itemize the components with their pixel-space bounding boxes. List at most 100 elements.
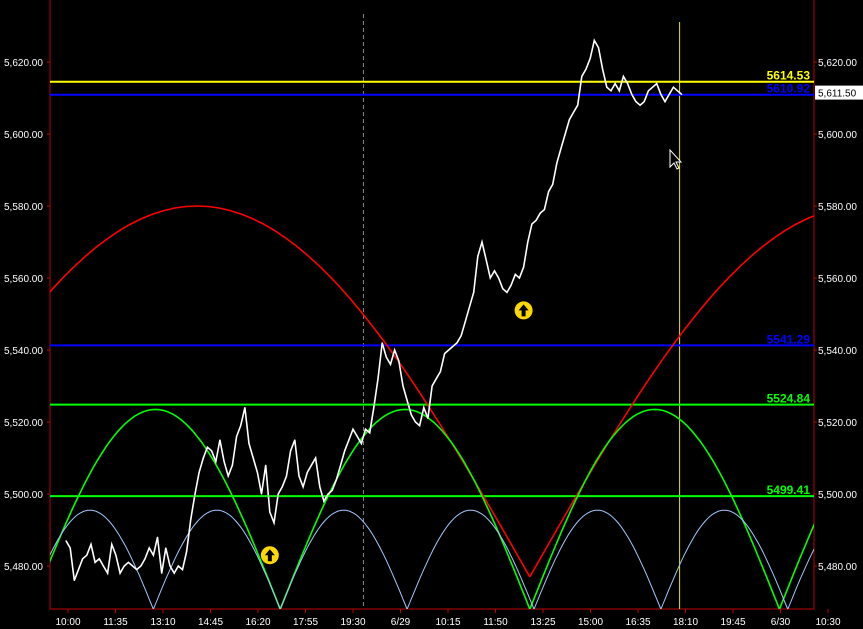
price-point-118	[556, 162, 558, 164]
x-tick-4: 16:20	[245, 617, 270, 628]
x-tick-1: 11:35	[103, 617, 128, 628]
y-tick-left-5: 5,580.00	[4, 202, 43, 213]
x-tick-2: 13:10	[150, 617, 175, 628]
level-label-2: 5541.29	[767, 332, 811, 346]
last-price-label: 5,611.50	[818, 89, 857, 100]
price-point-99	[477, 255, 479, 257]
price-point-127	[593, 39, 595, 42]
price-point-87	[427, 417, 429, 419]
price-point-15	[127, 561, 129, 564]
price-point-24	[165, 547, 167, 549]
price-point-125	[585, 68, 587, 70]
price-point-12	[115, 554, 117, 556]
price-point-133	[618, 90, 620, 92]
price-point-50	[273, 522, 275, 524]
price-point-90	[439, 371, 441, 373]
price-point-132	[614, 83, 616, 85]
y-tick-left-0: 5,480.00	[4, 562, 43, 573]
price-point-22	[156, 536, 159, 538]
price-point-58	[306, 471, 308, 473]
y-tick-left-6: 5,600.00	[4, 130, 43, 141]
price-series-0	[65, 38, 683, 581]
price-point-75	[377, 378, 379, 380]
price-point-32	[198, 471, 200, 473]
price-point-135	[627, 83, 629, 85]
price-point-143	[660, 93, 662, 95]
price-point-100	[481, 241, 483, 243]
price-point-107	[510, 284, 512, 286]
x-tick-12: 16:35	[625, 617, 650, 628]
price-point-38	[223, 461, 225, 463]
price-point-144	[664, 101, 666, 103]
price-point-80	[398, 360, 400, 362]
price-point-122	[572, 111, 575, 113]
price-point-62	[323, 500, 325, 502]
price-point-29	[186, 551, 188, 553]
price-point-20	[148, 547, 150, 549]
price-point-55	[294, 439, 296, 441]
price-point-14	[123, 565, 125, 567]
price-point-112	[531, 223, 533, 225]
price-point-92	[448, 349, 450, 351]
price-point-35	[211, 450, 213, 452]
price-point-126	[589, 57, 591, 60]
y-tick-right-7: 5,620.00	[818, 58, 857, 69]
price-point-81	[402, 385, 404, 387]
price-point-63	[327, 493, 329, 495]
cycle-arc-1-2	[529, 408, 781, 609]
price-point-26	[173, 572, 175, 574]
price-point-9	[102, 565, 104, 567]
price-point-74	[373, 407, 375, 409]
price-point-44	[248, 443, 250, 445]
price-point-60	[315, 457, 317, 459]
price-point-82	[406, 399, 408, 401]
cycle-arc-1-0	[50, 408, 281, 609]
y-tick-right-5: 5,580.00	[818, 202, 857, 213]
level-label-1: 5610.92	[767, 82, 811, 96]
price-point-78	[389, 363, 392, 365]
price-point-49	[269, 511, 271, 513]
y-tick-right-3: 5,540.00	[818, 346, 857, 357]
price-point-140	[647, 90, 650, 92]
price-point-111	[527, 241, 529, 243]
price-point-84	[414, 421, 416, 423]
price-point-129	[602, 68, 604, 70]
cycle-arc-0-0	[50, 205, 531, 578]
x-tick-9: 11:50	[483, 617, 508, 628]
price-point-34	[206, 446, 208, 448]
price-chart: 5,480.00 5,480.00 5,500.00 5,500.00 5,520.00…	[4, 0, 863, 628]
price-point-93	[452, 345, 454, 347]
cycle-arc-2-3	[406, 509, 535, 609]
price-point-56	[298, 475, 300, 477]
price-point-69	[352, 428, 354, 430]
price-point-61	[319, 486, 321, 488]
x-tick-3: 14:45	[198, 617, 223, 628]
x-tick-6: 19:30	[340, 617, 365, 628]
price-point-136	[631, 93, 633, 95]
price-point-131	[610, 90, 612, 92]
price-point-7	[94, 561, 96, 564]
price-point-52	[281, 486, 283, 488]
price-point-76	[381, 342, 383, 344]
cycle-arc-2-1	[152, 509, 281, 609]
price-point-88	[431, 385, 433, 387]
price-point-3	[77, 569, 80, 571]
price-point-27	[177, 565, 179, 567]
price-point-45	[252, 457, 254, 459]
price-point-57	[302, 486, 304, 488]
price-point-145	[668, 93, 670, 95]
price-point-18	[140, 565, 142, 567]
price-point-16	[132, 565, 134, 567]
price-point-43	[244, 407, 246, 409]
up-arrow-icon-0	[260, 546, 279, 565]
price-point-94	[456, 342, 458, 344]
price-point-113	[535, 219, 537, 221]
price-point-23	[161, 572, 163, 574]
y-tick-left-1: 5,500.00	[4, 490, 43, 501]
price-point-65	[335, 479, 337, 481]
price-point-47	[260, 493, 263, 495]
price-point-97	[468, 306, 471, 308]
cycle-arc-0-1	[529, 214, 814, 578]
price-point-31	[194, 493, 196, 495]
price-point-28	[181, 569, 184, 571]
